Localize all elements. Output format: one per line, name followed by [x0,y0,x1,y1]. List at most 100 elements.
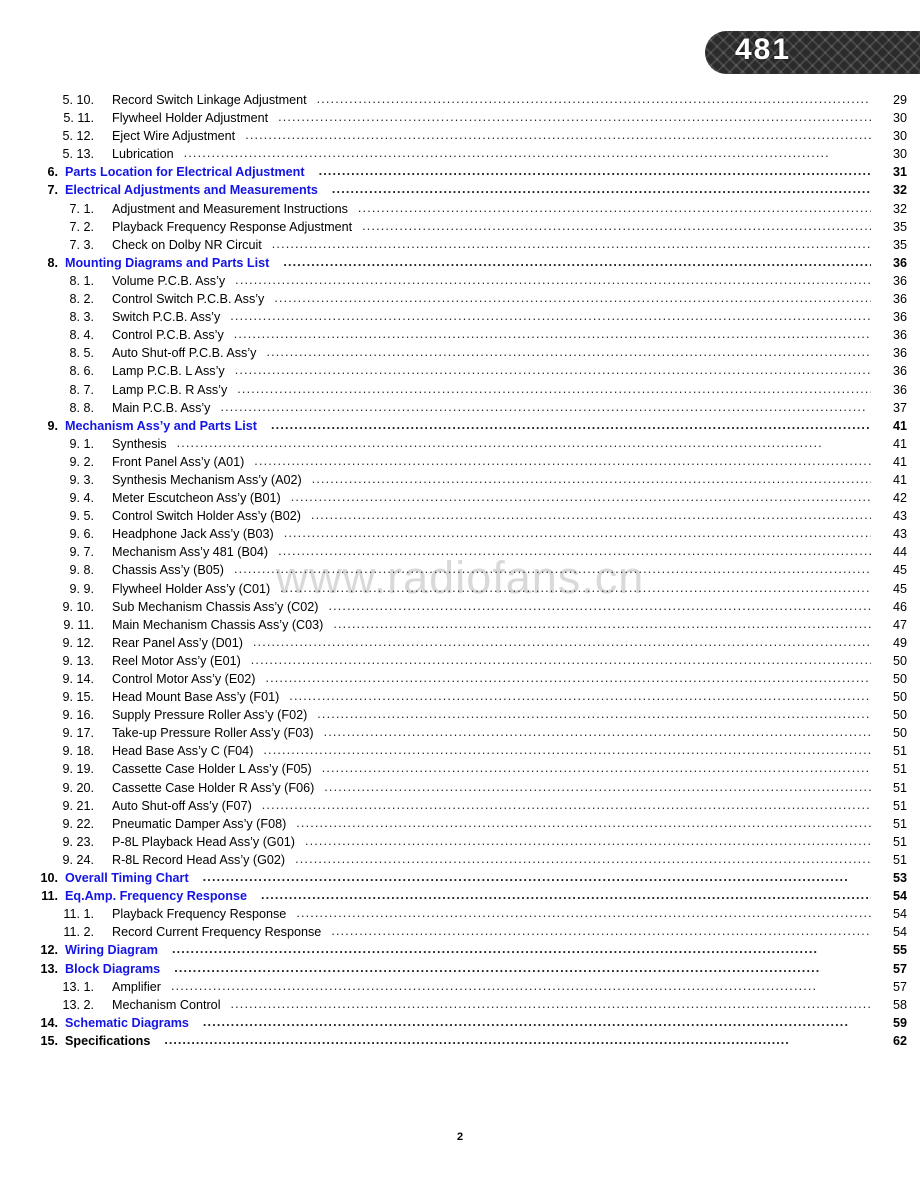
toc-entry[interactable]: 6. Parts Location for Electrical Adjustme… [0,164,920,183]
toc-entry[interactable]: 7. 1. Adjustment and Measurement Instruct… [0,201,920,220]
toc-entry[interactable]: 9. 9. Flywheel Holder Ass’y (C01)........… [0,581,920,600]
toc-entry-title: Cassette Case Holder R Ass’y (F06) [112,780,315,795]
toc-entry-page: 51 [892,852,907,867]
toc-entry-number: 13. 2. [62,997,94,1012]
toc-entry-number: 13. [40,961,58,976]
toc-entry[interactable]: 9. 5. Control Switch Holder Ass’y (B02)..… [0,508,920,527]
toc-entry[interactable]: 9. 14. Control Motor Ass’y (E02).........… [0,671,920,690]
toc-entry[interactable]: 9. 7. Mechanism Ass’y 481 (B04)..........… [0,544,920,563]
toc-entry-number: 9. 2. [69,454,94,469]
toc-entry[interactable]: 15. Specifications.......................… [0,1032,920,1052]
toc-entry[interactable]: 11. 2. Record Current Frequency Response.… [0,924,920,943]
toc-entry[interactable]: 8. 1. Volume P.C.B. Ass’y................… [0,273,920,292]
toc-entry[interactable]: 9. 11. Main Mechanism Chassis Ass’y (C03)… [0,617,920,636]
toc-entry-page: 51 [892,780,907,795]
toc-leader-dots: ........................................… [362,218,871,233]
toc-entry-number: 9. 1. [69,436,94,451]
toc-entry[interactable]: 11. 1. Playback Frequency Response.......… [0,906,920,925]
toc-entry[interactable]: 9. 21. Auto Shut-off Ass’y (F07).........… [0,798,920,817]
toc-entry[interactable]: 8. 8. Main P.C.B. Ass’y..................… [0,399,920,419]
toc-entry-number: 11. [41,889,58,904]
toc-entry[interactable]: 9. 2. Front Panel Ass’y (A01)............… [0,454,920,473]
toc-entry-number: 12. [40,943,58,958]
toc-entry[interactable]: 8. 3. Switch P.C.B. Ass’y................… [0,309,920,328]
toc-entry[interactable]: 9. 20. Cassette Case Holder R Ass’y (F06)… [0,780,920,799]
toc-entry[interactable]: 9. 6. Headphone Jack Ass’y (B03).........… [0,526,920,545]
toc-entry[interactable]: 9. 8. Chassis Ass’y (B05)................… [0,562,920,581]
toc-entry-number: 9. 8. [69,563,94,578]
toc-leader-dots: ........................................… [289,689,871,704]
toc-entry[interactable]: 12. Wiring Diagram.......................… [0,942,920,961]
toc-entry[interactable]: 8. Mounting Diagrams and Parts List......… [0,255,920,274]
toc-entry[interactable]: 5. 12. Eject Wire Adjustment.............… [0,128,920,147]
page-badge-label: 481 [735,33,792,66]
toc-entry[interactable]: 13. 1. Amplifier.........................… [0,979,920,998]
toc-leader-dots: ........................................… [164,1032,790,1047]
toc-entry-number: 9. 3. [69,472,94,487]
footer-page-number: 2 [456,1131,464,1143]
toc-entry[interactable]: 5. 11. Flywheel Holder Adjustment........… [0,110,920,129]
toc-entry-page: 35 [892,237,907,252]
toc-entry-page: 50 [892,726,907,741]
toc-entry[interactable]: 13. Block Diagrams.......................… [0,960,920,980]
toc-leader-dots: ........................................… [250,652,871,667]
toc-entry-title: Main P.C.B. Ass’y [112,400,211,415]
toc-entry[interactable]: 9. 18. Head Base Ass’y C (F04)...........… [0,743,920,762]
toc-entry[interactable]: 9. 12. Rear Panel Ass’y (D01)............… [0,635,920,654]
toc-leader-dots: ........................................… [245,128,871,143]
toc-entry-title: Head Mount Base Ass’y (F01) [112,690,280,705]
toc-entry[interactable]: 9. 16. Supply Pressure Roller Ass’y (F02)… [0,707,920,726]
toc-leader-dots: ........................................… [220,399,867,414]
toc-leader-dots: ........................................… [234,363,871,378]
toc-entry[interactable]: 7. Electrical Adjustments and Measurement… [0,182,920,201]
toc-entry-title: Auto Shut-off Ass’y (F07) [112,798,252,813]
toc-entry-number: 5. 10. [62,93,94,107]
toc-entry[interactable]: 9. 19. Cassette Case Holder L Ass’y (F05)… [0,761,920,780]
toc-entry[interactable]: 9. 15. Head Mount Base Ass’y (F01).......… [0,689,920,708]
toc-entry[interactable]: 7. 2. Playback Frequency Response Adjustm… [0,218,920,238]
toc-entry[interactable]: 9. Mechanism Ass’y and Parts List........… [0,418,920,437]
toc-entry[interactable]: 11. Eq.Amp. Frequency Response...........… [0,888,920,907]
toc-entry[interactable]: 13. 2. Mechanism Control.................… [0,997,920,1016]
toc-entry[interactable]: 9. 1. Synthesis..........................… [0,436,920,455]
toc-entry-title: Mechanism Ass’y and Parts List [65,418,258,433]
toc-entry[interactable]: 8. 7. Lamp P.C.B. R Ass’y................… [0,381,920,401]
toc-entry[interactable]: 9. 4. Meter Escutcheon Ass’y (B01).......… [0,490,920,509]
toc-entry-title: Parts Location for Electrical Adjustment [65,165,305,180]
toc-entry-number: 9. 6. [69,527,94,542]
toc-entry[interactable]: 14. Schematic Diagrams...................… [0,1015,920,1034]
toc-entry-title: Electrical Adjustments and Measurements [65,183,318,198]
toc-entry[interactable]: 8. 5. Auto Shut-off P.C.B. Ass’y.........… [0,345,920,364]
toc-entry-page: 45 [892,563,907,578]
toc-entry[interactable]: 5. 13. Lubrication.......................… [0,146,920,165]
toc-entry[interactable]: 8. 6. Lamp P.C.B. L Ass’y................… [0,363,920,382]
toc-entry-title: Switch P.C.B. Ass’y [112,310,221,325]
toc-entry-title: Head Base Ass’y C (F04) [112,744,254,759]
toc-entry[interactable]: 10. Overall Timing Chart.................… [0,870,920,889]
toc-entry[interactable]: 9. 13. Reel Motor Ass’y (E01)............… [0,652,920,672]
toc-entry-number: 8. [47,255,58,270]
toc-entry[interactable]: 9. 22. Pneumatic Damper Ass’y (F08)......… [0,816,920,835]
toc-entry[interactable]: 9. 3. Synthesis Mechanism Ass’y (A02)....… [0,471,920,491]
toc-entry-number: 9. 10. [62,599,94,614]
toc-entry-title: Flywheel Holder Ass’y (C01) [112,581,271,596]
toc-entry-page: 59 [892,1015,907,1030]
toc-entry[interactable]: 9. 24. R-8L Record Head Ass’y (G02)......… [0,852,920,871]
toc-leader-dots: ........................................… [311,471,871,486]
toc-entry-number: 9. 22. [62,816,94,831]
toc-entry[interactable]: 9. 23. P-8L Playback Head Ass’y (G01)....… [0,834,920,853]
toc-entry[interactable]: 9. 10. Sub Mechanism Chassis Ass’y (C02).… [0,599,920,618]
toc-entry-title: Control Switch Holder Ass’y (B02) [112,509,301,524]
toc-entry-title: Headphone Jack Ass’y (B03) [112,527,274,542]
toc-leader-dots: ........................................… [237,381,871,396]
toc-entry-page: 51 [892,762,907,777]
toc-entry[interactable]: 8. 4. Control P.C.B. Ass’y...............… [0,327,920,346]
toc-entry[interactable]: 5. 10. Record Switch Linkage Adjustment..… [0,92,920,111]
toc-leader-dots: ........................................… [323,725,871,740]
toc-entry-title: Mechanism Control [112,997,221,1012]
toc-entry[interactable]: 8. 2. Control Switch P.C.B. Ass’y........… [0,291,920,310]
toc-leader-dots: ........................................… [174,960,821,975]
toc-entry[interactable]: 9. 17. Take-up Pressure Roller Ass’y (F03… [0,725,920,744]
toc-entry-number: 8. 7. [69,382,94,397]
toc-entry[interactable]: 7. 3. Check on Dolby NR Circuit..........… [0,237,920,256]
